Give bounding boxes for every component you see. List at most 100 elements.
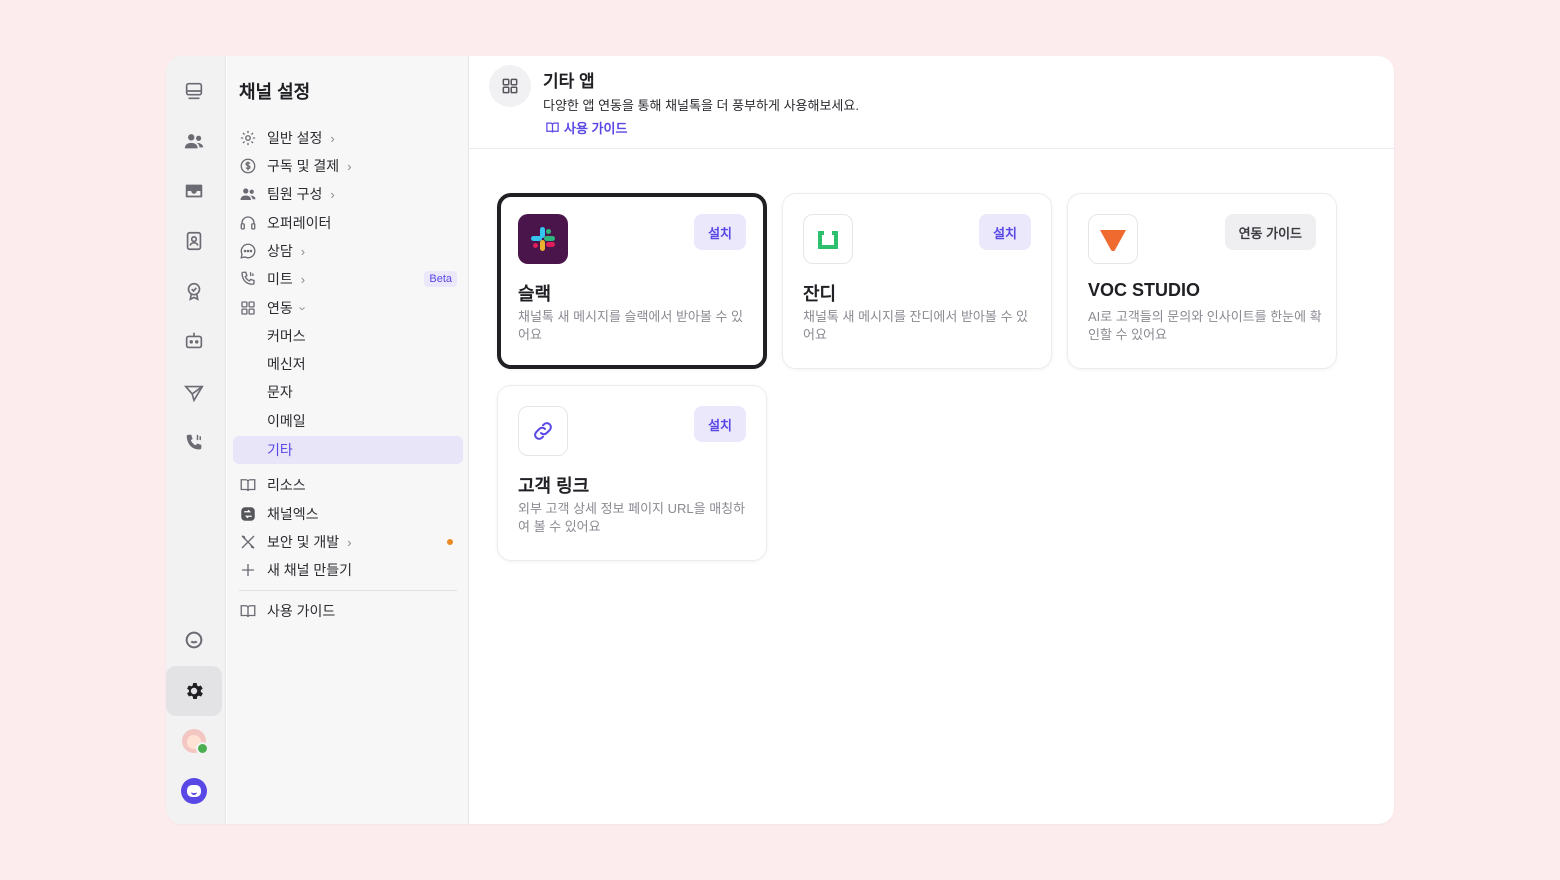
- nav-messenger[interactable]: 메신저: [233, 350, 463, 378]
- beta-badge: Beta: [424, 271, 457, 287]
- sidebar-title: 채널 설정: [239, 82, 311, 102]
- link-icon: [518, 406, 568, 456]
- chevron-right-icon: ›: [300, 271, 306, 287]
- channel-talk-logo[interactable]: [166, 766, 222, 816]
- contact-card-icon[interactable]: [166, 216, 222, 266]
- nav-label: 메신저: [267, 356, 306, 372]
- channelx-icon: [239, 505, 257, 523]
- nav-consultation[interactable]: 상담 ›: [233, 237, 463, 265]
- slack-logo-icon: [518, 214, 568, 264]
- chevron-right-icon: ›: [300, 243, 306, 259]
- nav-label: 커머스: [267, 328, 306, 344]
- nav-security-dev[interactable]: 보안 및 개발 ›: [233, 528, 463, 556]
- nav-email[interactable]: 이메일: [233, 407, 463, 435]
- settings-sidebar: 채널 설정 일반 설정 › 구독 및 결제 › 팀원 구성 › 오퍼레이터 상담…: [227, 56, 469, 824]
- user-avatar[interactable]: [166, 716, 222, 766]
- nav-label: 리소스: [267, 477, 306, 493]
- nav-label: 보안 및 개발: [267, 534, 340, 550]
- chevron-right-icon: ›: [330, 186, 335, 202]
- nav-label: 오퍼레이터: [267, 215, 332, 231]
- nav-label: 일반 설정: [267, 130, 323, 146]
- page-title: 기타 앱: [543, 72, 595, 91]
- nav-label: 구독 및 결제: [267, 158, 340, 174]
- app-card-customer-link[interactable]: 설치 고객 링크 외부 고객 상세 정보 페이지 URL을 매칭하여 볼 수 있…: [497, 385, 767, 561]
- apps-grid-icon: [489, 65, 531, 107]
- settings-gear-icon[interactable]: [166, 666, 222, 716]
- contacts-icon[interactable]: [166, 116, 222, 166]
- user-guide-link[interactable]: 사용 가이드: [545, 118, 627, 137]
- nav-label: 미트: [267, 271, 293, 287]
- nav-label: 문자: [267, 384, 293, 400]
- sidebar-divider: [239, 590, 457, 591]
- notification-dot: [447, 539, 453, 545]
- icon-rail: [166, 56, 226, 824]
- nav-user-guide[interactable]: 사용 가이드: [233, 597, 463, 625]
- app-description: 채널톡 새 메시지를 잔디에서 받아볼 수 있어요: [803, 309, 1028, 342]
- nav-subscription-billing[interactable]: 구독 및 결제 ›: [233, 152, 463, 180]
- nav-new-channel[interactable]: 새 채널 만들기: [233, 556, 463, 584]
- nav-resources[interactable]: 리소스: [233, 471, 463, 499]
- nav-label: 팀원 구성: [267, 186, 323, 202]
- badge-icon[interactable]: [166, 266, 222, 316]
- bot-icon[interactable]: [166, 316, 222, 366]
- app-name: 고객 링크: [518, 476, 590, 496]
- grid-icon: [239, 299, 257, 317]
- jandi-logo-icon: [803, 214, 853, 264]
- nav-other[interactable]: 기타: [233, 436, 463, 464]
- nav-commerce[interactable]: 커머스: [233, 322, 463, 350]
- nav-label: 새 채널 만들기: [267, 562, 353, 578]
- chevron-down-icon: ›: [295, 305, 311, 311]
- nav-sms[interactable]: 문자: [233, 378, 463, 406]
- nav-general-settings[interactable]: 일반 설정 ›: [233, 124, 463, 152]
- app-card-jandi[interactable]: 설치 잔디 채널톡 새 메시지를 잔디에서 받아볼 수 있어요: [782, 193, 1052, 369]
- install-button[interactable]: 설치: [694, 406, 746, 442]
- nav-label: 기타: [267, 442, 293, 458]
- nav-label: 연동: [267, 300, 293, 316]
- channel-talk-logo-icon: [181, 778, 207, 804]
- plus-icon: [239, 561, 257, 579]
- nav-meet[interactable]: 미트 › Beta: [233, 265, 463, 293]
- app-card-slack[interactable]: 설치 슬랙 채널톡 새 메시지를 슬랙에서 받아볼 수 있어요: [497, 193, 767, 369]
- install-button[interactable]: 설치: [979, 214, 1031, 250]
- app-description: 외부 고객 상세 정보 페이지 URL을 매칭하여 볼 수 있어요: [518, 501, 746, 534]
- nav-label: 상담: [267, 243, 293, 259]
- inbox-desktop-icon[interactable]: [166, 66, 222, 116]
- nav-team-members[interactable]: 팀원 구성 ›: [233, 180, 463, 208]
- app-card-voc-studio[interactable]: 연동 가이드 VOC STUDIO AI로 고객들의 문의와 인사이트를 한눈에…: [1067, 193, 1337, 369]
- nav-operator[interactable]: 오퍼레이터: [233, 209, 463, 237]
- gear-icon: [239, 129, 257, 147]
- integration-guide-button[interactable]: 연동 가이드: [1224, 214, 1316, 250]
- chevron-right-icon: ›: [347, 534, 352, 550]
- app-window: 채널 설정 일반 설정 › 구독 및 결제 › 팀원 구성 › 오퍼레이터 상담…: [166, 56, 1394, 824]
- page-description: 다양한 앱 연동을 통해 채널톡을 더 풍부하게 사용해보세요.: [543, 98, 859, 113]
- nav-label: 이메일: [267, 413, 306, 429]
- nav-label: 채널엑스: [267, 506, 319, 522]
- send-icon[interactable]: [166, 368, 222, 418]
- voc-studio-logo-icon: [1088, 214, 1138, 264]
- inbox-icon[interactable]: [166, 166, 222, 216]
- headset-icon: [239, 214, 257, 232]
- app-name: VOC STUDIO: [1088, 280, 1201, 300]
- phone-icon: [239, 270, 257, 288]
- guide-link-label: 사용 가이드: [564, 121, 628, 136]
- nav-integrations[interactable]: 연동 ›: [233, 294, 463, 322]
- phone-icon[interactable]: [166, 418, 222, 468]
- app-description: 채널톡 새 메시지를 슬랙에서 받아볼 수 있어요: [518, 309, 743, 342]
- app-name: 잔디: [803, 284, 837, 304]
- chevron-right-icon: ›: [347, 158, 352, 174]
- app-name: 슬랙: [518, 284, 552, 304]
- main-content: 기타 앱 다양한 앱 연동을 통해 채널톡을 더 풍부하게 사용해보세요. 사용…: [469, 56, 1394, 824]
- book-icon: [239, 476, 257, 494]
- install-button[interactable]: 설치: [694, 214, 746, 250]
- nav-label: 사용 가이드: [267, 603, 336, 619]
- team-icon: [239, 185, 257, 203]
- nav-channelx[interactable]: 채널엑스: [233, 500, 463, 528]
- avatar-image: [182, 729, 209, 755]
- app-description: AI로 고객들의 문의와 인사이트를 한눈에 확인할 수 있어요: [1088, 309, 1322, 342]
- dollar-icon: [239, 157, 257, 175]
- tools-icon: [239, 533, 257, 551]
- book-icon: [546, 122, 559, 133]
- chat-dots-icon: [239, 242, 257, 260]
- chat-bubble-icon[interactable]: [166, 615, 222, 665]
- page-header: 기타 앱 다양한 앱 연동을 통해 채널톡을 더 풍부하게 사용해보세요. 사용…: [469, 56, 1394, 149]
